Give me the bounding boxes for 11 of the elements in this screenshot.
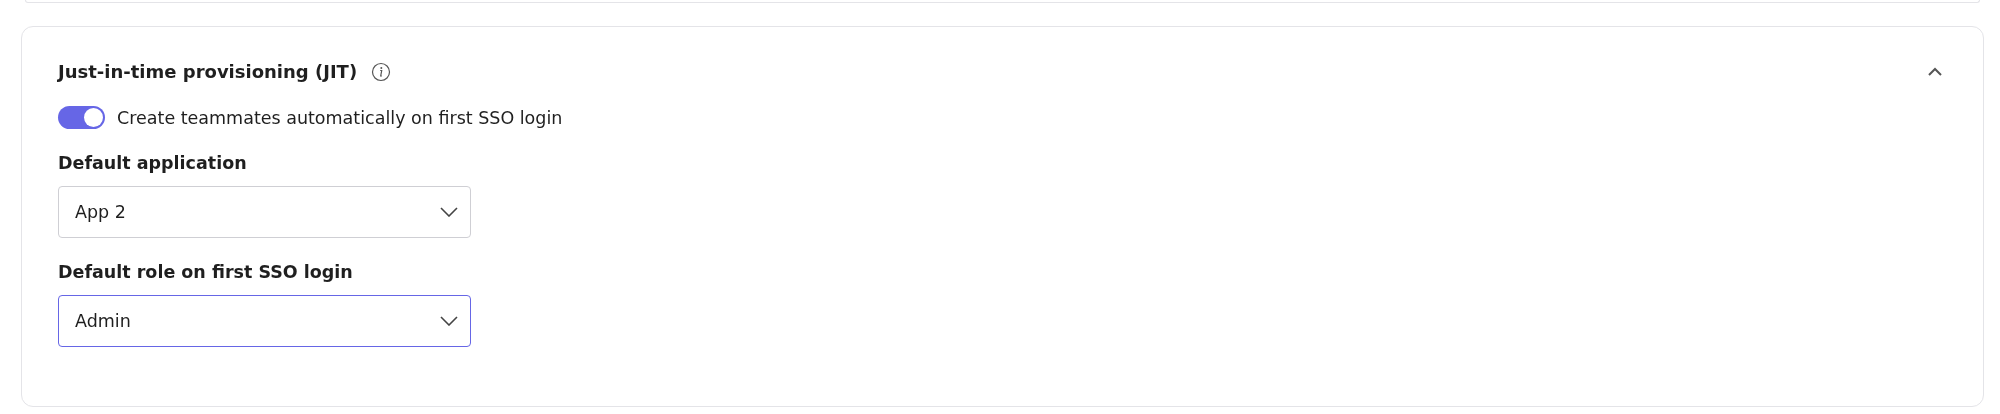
section-title: Just-in-time provisioning (JIT) — [58, 61, 358, 82]
field-label: Default role on first SSO login — [58, 262, 354, 282]
info-icon[interactable] — [371, 61, 392, 82]
field-label: Default application — [58, 153, 248, 173]
dropdown-select[interactable]: Admin — [58, 295, 471, 347]
toggle-label: Create teammates automatically on first SSO login — [117, 107, 563, 128]
collapse-chevron-icon[interactable] — [1927, 65, 1943, 78]
chevron-down-icon — [440, 207, 458, 217]
dropdown-select[interactable]: App 2 — [58, 186, 471, 238]
chevron-down-icon — [440, 316, 458, 326]
toggle-switch[interactable] — [58, 106, 105, 129]
